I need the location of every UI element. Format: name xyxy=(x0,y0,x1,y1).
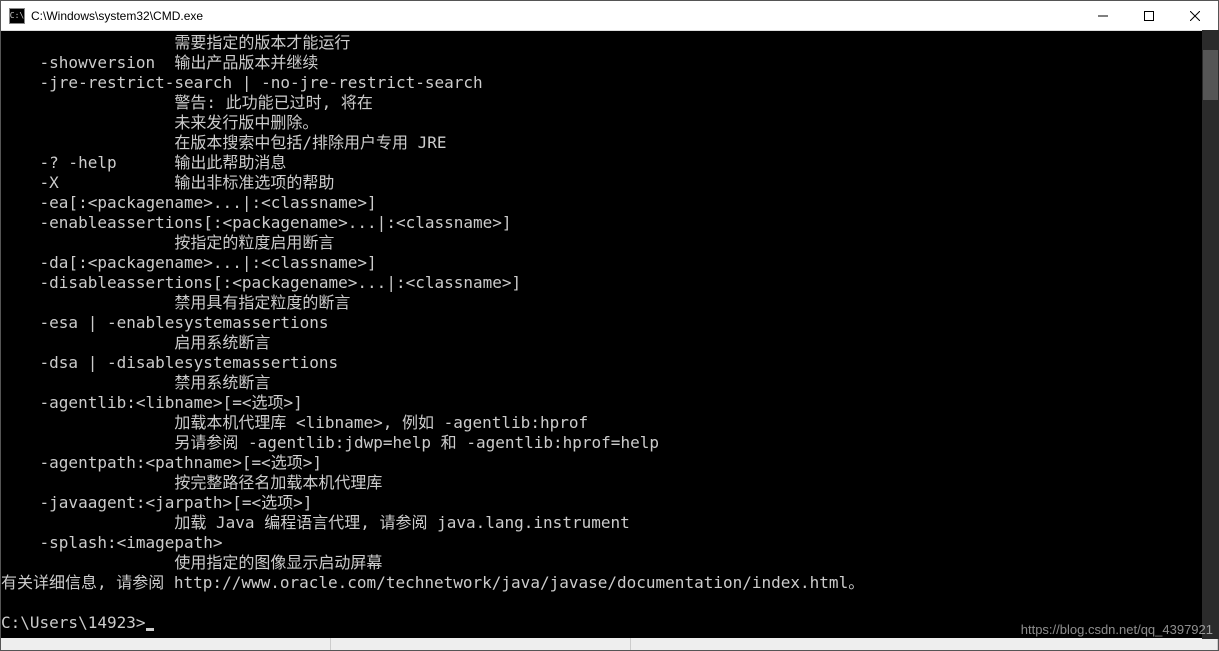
terminal-line: 未来发行版中删除。 xyxy=(1,113,1218,133)
cmd-icon: C:\ xyxy=(9,8,25,24)
terminal-line: -splash:<imagepath> xyxy=(1,533,1218,553)
terminal-line: 启用系统断言 xyxy=(1,333,1218,353)
cmd-window: C:\ C:\Windows\system32\CMD.exe 需要指定的版本才… xyxy=(0,0,1219,651)
terminal-line: -javaagent:<jarpath>[=<选项>] xyxy=(1,493,1218,513)
terminal-line: -dsa | -disablesystemassertions xyxy=(1,353,1218,373)
terminal-line: 有关详细信息, 请参阅 http://www.oracle.com/techne… xyxy=(1,573,1218,593)
terminal-line: 加载 Java 编程语言代理, 请参阅 java.lang.instrument xyxy=(1,513,1218,533)
cursor xyxy=(146,628,154,631)
terminal-line: 在版本搜索中包括/排除用户专用 JRE xyxy=(1,133,1218,153)
bottom-strip xyxy=(1,638,1218,650)
terminal-line: -jre-restrict-search | -no-jre-restrict-… xyxy=(1,73,1218,93)
terminal-line: 使用指定的图像显示启动屏幕 xyxy=(1,553,1218,573)
terminal-line: -da[:<packagename>...|:<classname>] xyxy=(1,253,1218,273)
minimize-button[interactable] xyxy=(1080,1,1126,30)
vertical-scrollbar[interactable] xyxy=(1202,30,1219,639)
terminal-line: C:\Users\14923> xyxy=(1,613,1218,633)
terminal-line: -disableassertions[:<packagename>...|:<c… xyxy=(1,273,1218,293)
terminal-line: -X 输出非标准选项的帮助 xyxy=(1,173,1218,193)
maximize-icon xyxy=(1144,11,1154,21)
titlebar[interactable]: C:\ C:\Windows\system32\CMD.exe xyxy=(1,1,1218,31)
maximize-button[interactable] xyxy=(1126,1,1172,30)
close-button[interactable] xyxy=(1172,1,1218,30)
terminal-line: -? -help 输出此帮助消息 xyxy=(1,153,1218,173)
terminal-line: -enableassertions[:<packagename>...|:<cl… xyxy=(1,213,1218,233)
terminal-line xyxy=(1,593,1218,613)
close-icon xyxy=(1190,11,1200,21)
terminal-line: -agentpath:<pathname>[=<选项>] xyxy=(1,453,1218,473)
scrollbar-thumb[interactable] xyxy=(1203,50,1218,100)
window-title: C:\Windows\system32\CMD.exe xyxy=(31,9,1080,23)
terminal-line: -agentlib:<libname>[=<选项>] xyxy=(1,393,1218,413)
terminal-output[interactable]: 需要指定的版本才能运行 -showversion 输出产品版本并继续 -jre-… xyxy=(1,31,1218,638)
terminal-line: 需要指定的版本才能运行 xyxy=(1,33,1218,53)
terminal-line: -ea[:<packagename>...|:<classname>] xyxy=(1,193,1218,213)
terminal-line: 加载本机代理库 <libname>, 例如 -agentlib:hprof xyxy=(1,413,1218,433)
terminal-line: 禁用具有指定粒度的断言 xyxy=(1,293,1218,313)
terminal-line: 另请参阅 -agentlib:jdwp=help 和 -agentlib:hpr… xyxy=(1,433,1218,453)
window-controls xyxy=(1080,1,1218,30)
terminal-line: 警告: 此功能已过时, 将在 xyxy=(1,93,1218,113)
terminal-line: -esa | -enablesystemassertions xyxy=(1,313,1218,333)
terminal-line: 禁用系统断言 xyxy=(1,373,1218,393)
terminal-line: -showversion 输出产品版本并继续 xyxy=(1,53,1218,73)
terminal-line: 按完整路径名加载本机代理库 xyxy=(1,473,1218,493)
minimize-icon xyxy=(1098,11,1108,21)
terminal-line: 按指定的粒度启用断言 xyxy=(1,233,1218,253)
